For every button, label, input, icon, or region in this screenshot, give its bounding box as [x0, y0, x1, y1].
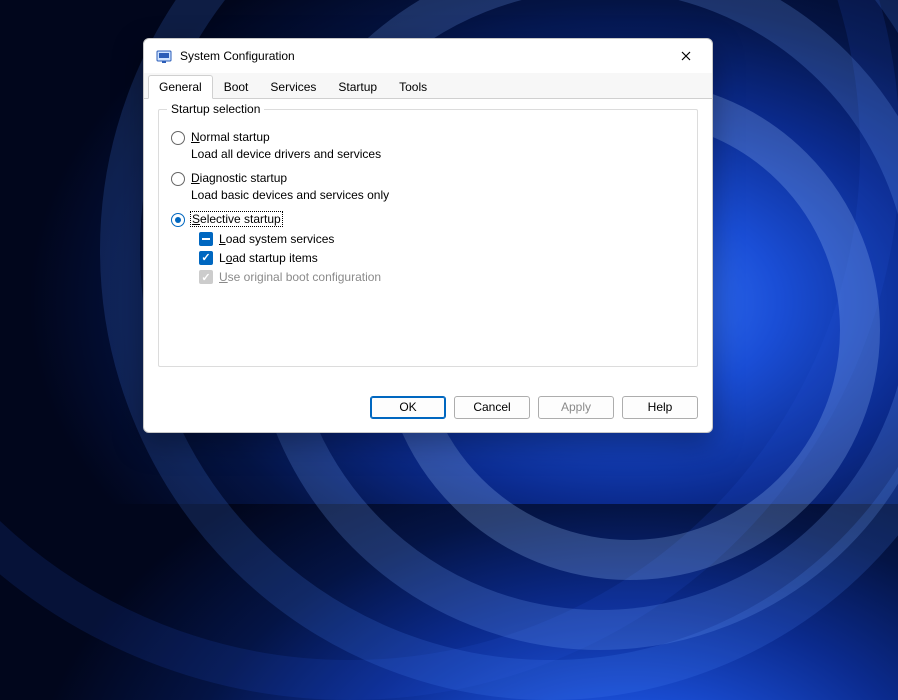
radio-icon — [171, 131, 185, 145]
radio-selective-startup[interactable]: Selective startup — [171, 212, 685, 227]
radio-normal-startup[interactable]: Normal startup — [171, 130, 685, 145]
check-label: Use original boot configuration — [219, 270, 381, 284]
radio-diagnostic-startup[interactable]: Diagnostic startup — [171, 171, 685, 186]
help-button[interactable]: Help — [622, 396, 698, 419]
msconfig-icon — [156, 48, 172, 64]
window-title: System Configuration — [180, 49, 666, 63]
titlebar: System Configuration — [144, 39, 712, 73]
tab-panel-general: Startup selection Normal startup Load al… — [144, 99, 712, 392]
check-load-system-services[interactable]: Load system services — [199, 232, 685, 246]
tab-startup[interactable]: Startup — [327, 75, 388, 99]
checkbox-icon — [199, 270, 213, 284]
close-button[interactable] — [666, 42, 706, 70]
system-configuration-dialog: System Configuration General Boot Servic… — [143, 38, 713, 433]
apply-button[interactable]: Apply — [538, 396, 614, 419]
checkbox-icon — [199, 251, 213, 265]
close-icon — [681, 51, 691, 61]
radio-label: Diagnostic startup — [191, 171, 287, 185]
ok-button[interactable]: OK — [370, 396, 446, 419]
selective-checks: Load system services Load startup items … — [199, 232, 685, 284]
cancel-button[interactable]: Cancel — [454, 396, 530, 419]
startup-selection-group: Startup selection Normal startup Load al… — [158, 109, 698, 367]
tab-tools[interactable]: Tools — [388, 75, 438, 99]
group-legend: Startup selection — [167, 102, 264, 116]
check-label: Load system services — [219, 232, 334, 246]
radio-icon — [171, 172, 185, 186]
radio-label: Selective startup — [190, 211, 283, 227]
diagnostic-startup-desc: Load basic devices and services only — [191, 188, 685, 202]
normal-startup-desc: Load all device drivers and services — [191, 147, 685, 161]
check-load-startup-items[interactable]: Load startup items — [199, 251, 685, 265]
check-label: Load startup items — [219, 251, 318, 265]
radio-label: Normal startup — [191, 130, 270, 144]
tab-boot[interactable]: Boot — [213, 75, 260, 99]
dialog-buttons: OK Cancel Apply Help — [144, 392, 712, 432]
radio-icon — [171, 213, 185, 227]
tabstrip: General Boot Services Startup Tools — [144, 73, 712, 99]
tab-general[interactable]: General — [148, 75, 213, 99]
checkbox-icon — [199, 232, 213, 246]
tab-services[interactable]: Services — [259, 75, 327, 99]
check-use-original-boot: Use original boot configuration — [199, 270, 685, 284]
